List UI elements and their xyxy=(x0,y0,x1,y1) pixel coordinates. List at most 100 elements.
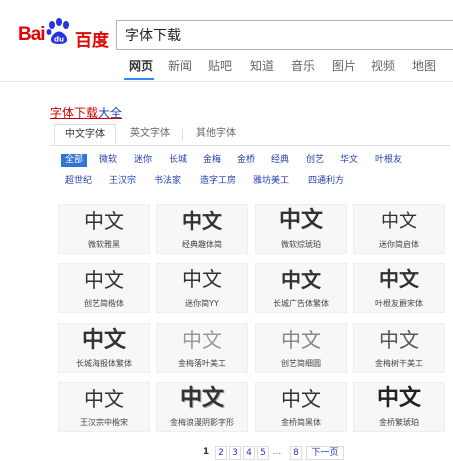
paw-icon: du xyxy=(46,18,69,44)
tab-english-fonts[interactable]: 英文字体 xyxy=(120,124,180,144)
font-name: 叶根友爵宋体 xyxy=(375,299,423,308)
font-sample: 中文 xyxy=(182,328,222,352)
filter-sitonglifang[interactable]: 四通利方 xyxy=(308,175,344,188)
svg-text:du: du xyxy=(54,36,64,44)
filter-jingdian[interactable]: 经典 xyxy=(271,154,289,167)
font-sample: 中文 xyxy=(376,386,421,411)
filter-wanghanzong[interactable]: 王汉宗 xyxy=(109,175,136,188)
nav-tab-zhidao[interactable]: 知道 xyxy=(250,57,274,74)
font-card[interactable]: 中文 金桥简黑体 xyxy=(255,382,347,432)
page-1[interactable]: 1 xyxy=(201,446,211,458)
filter-shufajia[interactable]: 书法家 xyxy=(154,175,181,188)
font-card[interactable]: 中文 经典趣体简 xyxy=(156,204,248,254)
nav-tab-news[interactable]: 新闻 xyxy=(168,57,192,74)
tab-divider xyxy=(50,145,450,146)
font-category-tabs: 中文字体 英文字体 其他字体 xyxy=(50,124,450,146)
font-sample: 中文 xyxy=(84,209,124,233)
font-sample: 中文 xyxy=(182,209,222,233)
filter-all[interactable]: 全部 xyxy=(61,154,88,167)
font-card[interactable]: 中文 长城海报体繁体 xyxy=(58,323,150,373)
baidu-logo[interactable]: Bai du 百度 xyxy=(18,18,110,51)
search-input[interactable] xyxy=(117,21,453,49)
result-title-highlight: 字体下载 xyxy=(50,106,99,120)
font-card[interactable]: 中文 长城广告体繁体 xyxy=(255,263,347,313)
font-sample: 中文 xyxy=(281,328,321,352)
font-name: 微软雅黑 xyxy=(88,240,120,249)
font-sample: 中文 xyxy=(379,269,419,291)
filter-mini[interactable]: 迷你 xyxy=(134,154,152,167)
font-name: 金梅落叶美工 xyxy=(178,359,226,368)
pagination: 1 2 3 4 5 ... 8 下一页 xyxy=(0,446,453,460)
filter-changcheng[interactable]: 长城 xyxy=(169,154,187,167)
tab-separator xyxy=(182,128,183,140)
filter-microsoft[interactable]: 微软 xyxy=(99,154,117,167)
nav-tab-web[interactable]: 网页 xyxy=(129,57,153,74)
nav-tab-images[interactable]: 图片 xyxy=(332,57,356,74)
logo-text-bai: Bai xyxy=(18,24,46,45)
font-card[interactable]: 中文 王汉宗中楷宋 xyxy=(58,382,150,432)
next-page-button[interactable]: 下一页 xyxy=(306,446,344,460)
font-sample: 中文 xyxy=(379,328,419,352)
font-sample: 中文 xyxy=(278,208,323,233)
font-card[interactable]: 中文 创艺简细圆 xyxy=(255,323,347,373)
nav-active-indicator xyxy=(124,78,154,80)
font-sample: 中文 xyxy=(81,327,126,353)
filter-huawen[interactable]: 华文 xyxy=(340,154,358,167)
filter-jinmei[interactable]: 金梅 xyxy=(203,154,221,167)
logo-text-du: 百度 xyxy=(75,31,109,51)
font-sample: 中文 xyxy=(84,268,124,292)
filter-yegenyou[interactable]: 叶根友 xyxy=(375,154,402,167)
font-card[interactable]: 中文 微软综琥珀 xyxy=(255,204,347,254)
font-name: 创艺简楷体 xyxy=(84,299,124,308)
font-name: 迷你简YY xyxy=(185,299,219,308)
font-name: 金梅树干美工 xyxy=(375,359,423,368)
font-name: 长城海报体繁体 xyxy=(76,359,132,368)
font-card[interactable]: 中文 金梅落叶美工 xyxy=(156,323,248,373)
page-4[interactable]: 4 xyxy=(243,446,255,460)
font-name: 迷你简启体 xyxy=(379,240,419,249)
filter-jinqiao[interactable]: 金桥 xyxy=(237,154,255,167)
font-name: 经典趣体简 xyxy=(182,240,222,249)
font-brand-filters: 全部 微软 迷你 长城 金梅 金桥 经典 创艺 华文 叶根友 超世纪 王汉宗 书… xyxy=(58,154,448,190)
search-box[interactable] xyxy=(116,20,453,50)
result-title-rest: 大全 xyxy=(98,106,123,120)
filter-yafangmeigong[interactable]: 雅坊美工 xyxy=(253,175,289,188)
font-sample: 中文 xyxy=(84,387,124,411)
filter-chuangyi[interactable]: 创艺 xyxy=(306,154,324,167)
page-ellipsis: ... xyxy=(272,447,282,457)
result-title-link[interactable]: 字体下载大全 xyxy=(50,104,122,121)
font-sample: 中文 xyxy=(179,386,224,411)
search-nav: 网页 新闻 贴吧 知道 音乐 图片 视频 地图 xyxy=(116,57,453,81)
font-card[interactable]: 中文 迷你简启体 xyxy=(353,204,445,254)
nav-tab-video[interactable]: 视频 xyxy=(371,57,395,74)
font-name: 王汉宗中楷宋 xyxy=(80,418,128,427)
font-name: 创艺简细圆 xyxy=(281,359,321,368)
font-sample: 中文 xyxy=(381,211,417,231)
nav-divider xyxy=(0,81,453,82)
nav-tab-map[interactable]: 地图 xyxy=(412,57,436,74)
nav-tab-music[interactable]: 音乐 xyxy=(291,57,315,74)
tab-other-fonts[interactable]: 其他字体 xyxy=(186,124,246,144)
font-card[interactable]: 中文 迷你简YY xyxy=(156,263,248,313)
font-sample: 中文 xyxy=(281,268,321,292)
page-5[interactable]: 5 xyxy=(257,446,269,460)
font-name: 金梅浪漫阴影字形 xyxy=(170,418,234,427)
font-sample: 中文 xyxy=(182,269,222,291)
font-name: 长城广告体繁体 xyxy=(273,299,329,308)
page-3[interactable]: 3 xyxy=(229,446,241,460)
filter-chaoshiji[interactable]: 超世纪 xyxy=(65,175,92,188)
font-card[interactable]: 中文 微软雅黑 xyxy=(58,204,150,254)
font-card[interactable]: 中文 金梅浪漫阴影字形 xyxy=(156,382,248,432)
font-card[interactable]: 中文 创艺简楷体 xyxy=(58,263,150,313)
font-card[interactable]: 中文 金桥繁琥珀 xyxy=(353,382,445,432)
nav-tab-tieba[interactable]: 贴吧 xyxy=(208,57,232,74)
font-name: 微软综琥珀 xyxy=(281,240,321,249)
font-name: 金桥繁琥珀 xyxy=(379,418,419,427)
font-sample: 中文 xyxy=(281,387,321,411)
page-8[interactable]: 8 xyxy=(290,446,302,460)
font-card[interactable]: 中文 叶根友爵宋体 xyxy=(353,263,445,313)
font-card[interactable]: 中文 金梅树干美工 xyxy=(353,323,445,373)
filter-zaozigongfang[interactable]: 造字工房 xyxy=(200,175,236,188)
tab-chinese-fonts[interactable]: 中文字体 xyxy=(54,124,116,144)
page-2[interactable]: 2 xyxy=(215,446,227,460)
